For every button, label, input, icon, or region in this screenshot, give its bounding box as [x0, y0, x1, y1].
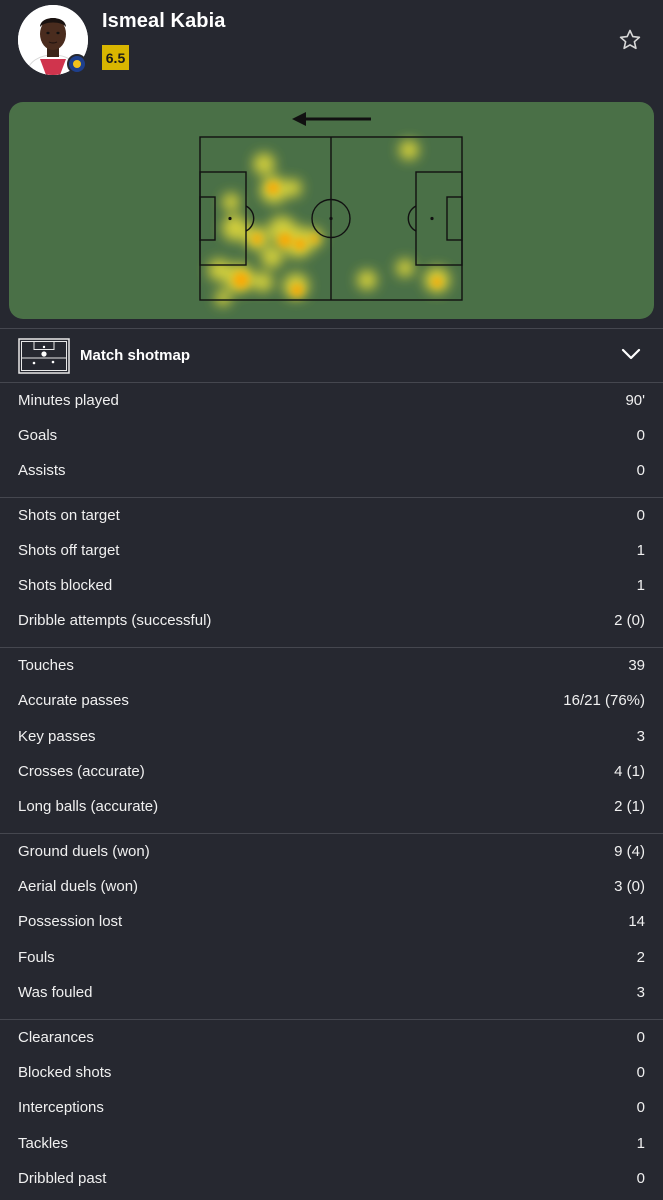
divider	[0, 1019, 663, 1020]
stat-value: 2 (1)	[614, 798, 645, 815]
stat-row-interceptions: Interceptions 0	[0, 1091, 663, 1126]
heatmap-layer	[208, 140, 450, 306]
player-name: Ismeal Kabia	[102, 10, 226, 32]
match-shotmap-toggle[interactable]: Match shotmap	[0, 330, 663, 382]
stat-row-blocked-shots: Blocked shots 0	[0, 1056, 663, 1091]
pitch-icon	[18, 338, 70, 379]
stat-value: 0	[636, 1099, 645, 1116]
stat-row-clearances: Clearances 0	[0, 1021, 663, 1056]
stat-label: Key passes	[18, 728, 96, 745]
stat-row-shots-on-target: Shots on target 0	[0, 499, 663, 534]
stat-row-accurate-passes: Accurate passes 16/21 (76%)	[0, 684, 663, 719]
stat-value: 0	[636, 462, 645, 479]
chevron-down-icon[interactable]	[621, 347, 641, 366]
stat-value: 39	[628, 657, 645, 674]
stat-label: Shots off target	[18, 542, 120, 559]
stat-value: 0	[636, 1170, 645, 1187]
stat-label: Dribbled past	[18, 1170, 107, 1187]
stat-value: 2 (0)	[614, 612, 645, 629]
stat-value: 0	[636, 427, 645, 444]
star-outline-icon[interactable]	[618, 28, 642, 52]
stat-row-shots-blocked: Shots blocked 1	[0, 569, 663, 604]
stat-label: Accurate passes	[18, 692, 129, 709]
stat-row-dribbled-past: Dribbled past 0	[0, 1162, 663, 1197]
stat-label: Fouls	[18, 949, 55, 966]
stat-row-ground-duels: Ground duels (won) 9 (4)	[0, 835, 663, 870]
stat-row-was-fouled: Was fouled 3	[0, 976, 663, 1011]
stat-value: 1	[636, 1135, 645, 1152]
stat-value: 16/21 (76%)	[563, 692, 645, 709]
arrow-left-icon	[292, 112, 371, 126]
stat-label: Tackles	[18, 1135, 69, 1152]
stat-value: 90'	[625, 392, 645, 409]
rating-badge: 6.5	[102, 45, 129, 70]
stat-label: Shots blocked	[18, 577, 113, 594]
stat-value: 0	[636, 507, 645, 524]
stat-label: Minutes played	[18, 392, 119, 409]
club-badge-icon	[67, 54, 87, 74]
stat-value: 4 (1)	[614, 763, 645, 780]
stat-label: Blocked shots	[18, 1064, 112, 1081]
stat-label: Was fouled	[18, 984, 93, 1001]
stat-row-crosses: Crosses (accurate) 4 (1)	[0, 755, 663, 790]
divider	[0, 328, 663, 329]
stat-value: 1	[636, 577, 645, 594]
stat-row-minutes-played: Minutes played 90'	[0, 384, 663, 419]
stat-row-touches: Touches 39	[0, 649, 663, 684]
stat-label: Touches	[18, 657, 74, 674]
stat-label: Goals	[18, 427, 58, 444]
stat-label: Aerial duels (won)	[18, 878, 139, 895]
stat-label: Shots on target	[18, 507, 120, 524]
stat-label: Possession lost	[18, 913, 123, 930]
stat-row-possession-lost: Possession lost 14	[0, 905, 663, 940]
stat-value: 3 (0)	[614, 878, 645, 895]
stat-label: Interceptions	[18, 1099, 104, 1116]
stat-value: 9 (4)	[614, 843, 645, 860]
stat-row-dribble-attempts: Dribble attempts (successful) 2 (0)	[0, 604, 663, 639]
stat-value: 3	[636, 984, 645, 1001]
stat-row-aerial-duels: Aerial duels (won) 3 (0)	[0, 870, 663, 905]
stat-row-key-passes: Key passes 3	[0, 720, 663, 755]
stat-row-tackles: Tackles 1	[0, 1127, 663, 1162]
stat-value: 3	[636, 728, 645, 745]
heatmap-card	[9, 102, 654, 319]
stat-label: Assists	[18, 462, 66, 479]
stat-value: 2	[636, 949, 645, 966]
stat-label: Crosses (accurate)	[18, 763, 145, 780]
stat-label: Long balls (accurate)	[18, 798, 159, 815]
divider	[0, 833, 663, 834]
divider	[0, 497, 663, 498]
shotmap-label: Match shotmap	[80, 347, 191, 364]
stat-row-shots-off-target: Shots off target 1	[0, 534, 663, 569]
stat-row-assists: Assists 0	[0, 454, 663, 489]
stat-row-fouls: Fouls 2	[0, 941, 663, 976]
player-header: Ismeal Kabia 6.5	[0, 0, 663, 96]
divider	[0, 382, 663, 383]
stat-label: Ground duels (won)	[18, 843, 150, 860]
divider	[0, 647, 663, 648]
stat-value: 14	[628, 913, 645, 930]
stat-value: 0	[636, 1064, 645, 1081]
stat-value: 1	[636, 542, 645, 559]
stat-row-long-balls: Long balls (accurate) 2 (1)	[0, 790, 663, 825]
stat-label: Clearances	[18, 1029, 94, 1046]
stat-label: Dribble attempts (successful)	[18, 612, 212, 629]
stat-value: 0	[636, 1029, 645, 1046]
stat-row-goals: Goals 0	[0, 419, 663, 454]
